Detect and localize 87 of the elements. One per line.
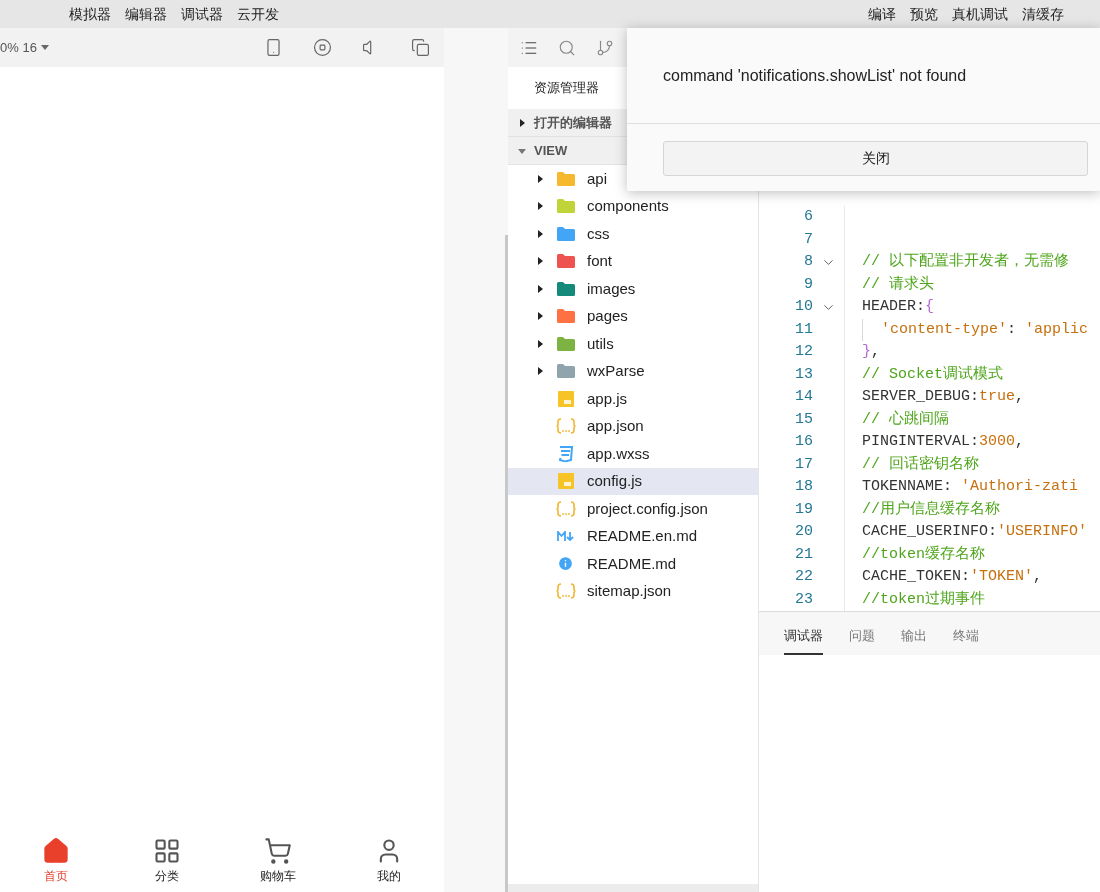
tree-item[interactable]: app.wxss: [508, 440, 758, 468]
grid-icon: [152, 837, 181, 865]
braces-icon: [555, 500, 576, 517]
line-number: 8: [803, 252, 813, 272]
tree-item[interactable]: font: [508, 247, 758, 275]
markdown-icon: [556, 531, 575, 542]
tree-item[interactable]: README.en.md: [508, 522, 758, 550]
branch-icon[interactable]: [596, 38, 614, 57]
code-line: // Socket调试模式: [862, 364, 1003, 385]
line-number: 21: [794, 544, 813, 565]
tree-item[interactable]: app.json: [508, 412, 758, 440]
css-file-icon: [557, 445, 574, 462]
panel-tab[interactable]: 终端: [953, 625, 979, 655]
panel-title: 资源管理器: [534, 79, 599, 98]
line-number: 6: [803, 207, 813, 227]
braces-icon: [555, 583, 576, 600]
line-number: 14: [794, 387, 813, 407]
code-line: HEADER:{: [862, 297, 935, 317]
tree-item[interactable]: images: [508, 275, 758, 303]
panel-tab[interactable]: 问题: [849, 625, 875, 655]
scrollbar[interactable]: [505, 235, 508, 892]
caret-icon: [40, 44, 49, 51]
menu-item[interactable]: 云开发: [237, 3, 279, 25]
tree-item[interactable]: README.md: [508, 550, 758, 578]
braces-icon: [555, 418, 576, 435]
line-number: 13: [794, 364, 813, 385]
tree-item[interactable]: config.js: [508, 467, 758, 495]
line-number: 10: [794, 297, 813, 317]
code-line: SERVER_DEBUG:true,: [862, 387, 1025, 407]
line-number: 19: [794, 499, 813, 520]
info-icon: [557, 555, 574, 573]
tab-bar-item[interactable]: 我的: [333, 837, 444, 885]
tree-item[interactable]: utils: [508, 330, 758, 358]
cart-icon: [263, 837, 292, 865]
line-number: 22: [794, 567, 813, 587]
line-number: 18: [794, 477, 813, 497]
line-number: 12: [794, 342, 813, 362]
line-number: 9: [803, 274, 813, 295]
code-line: // 心跳间隔: [862, 409, 949, 430]
code-line: //用户信息缓存名称: [862, 499, 1000, 520]
code-line: // 以下配置非开发者，无需修: [862, 251, 1069, 272]
code-line: CACHE_TOKEN:'TOKEN',: [862, 567, 1043, 587]
phone-icon[interactable]: [264, 38, 283, 57]
tree-item[interactable]: app.js: [508, 385, 758, 413]
scrollbar[interactable]: [508, 884, 758, 892]
tree-item[interactable]: wxParse: [508, 357, 758, 385]
search-icon[interactable]: [558, 38, 576, 57]
code-line: 'content-type': 'applic: [881, 319, 1089, 340]
line-number: 20: [794, 522, 813, 542]
menu-item[interactable]: 模拟器: [69, 3, 111, 25]
close-button[interactable]: 关闭: [663, 141, 1088, 176]
line-number: 7: [803, 229, 813, 250]
line-number: 11: [794, 319, 813, 340]
js-file-icon: [557, 473, 574, 490]
code-line: CACHE_USERINFO:'USERINFO': [862, 522, 1088, 542]
code-line: },: [862, 342, 881, 362]
dialog-message: command 'notifications.showList' not found: [663, 65, 967, 86]
code-line: PINGINTERVAL:3000,: [862, 432, 1025, 452]
menu-item[interactable]: 预览: [910, 3, 938, 25]
line-number: 17: [794, 454, 813, 475]
windows-icon[interactable]: [411, 38, 430, 57]
tab-bar-item[interactable]: 首页: [0, 837, 111, 885]
line-number: 15: [794, 409, 813, 430]
code-line: //token缓存名称: [862, 544, 985, 565]
tree-item[interactable]: css: [508, 220, 758, 248]
line-number: 16: [794, 432, 813, 452]
tree-item[interactable]: sitemap.json: [508, 577, 758, 605]
stop-icon[interactable]: [313, 38, 332, 57]
js-file-icon: [557, 390, 574, 407]
tab-bar-item[interactable]: 分类: [111, 837, 222, 885]
code-line: // 回话密钥名称: [862, 454, 979, 475]
menu-item[interactable]: 编辑器: [125, 3, 167, 25]
menu-item[interactable]: 编译: [868, 3, 896, 25]
code-line: // 请求头: [862, 274, 934, 295]
menu-item[interactable]: 清缓存: [1022, 3, 1064, 25]
home-icon: [41, 837, 70, 865]
code-line: TOKENNAME: 'Authori-zati: [862, 477, 1079, 497]
tree-item[interactable]: components: [508, 192, 758, 220]
line-number: 23: [794, 589, 813, 610]
code-line: //token过期事件: [862, 589, 985, 610]
menu-item[interactable]: 调试器: [181, 3, 223, 25]
menu-item[interactable]: 真机调试: [952, 3, 1008, 25]
panel-tab[interactable]: 输出: [901, 625, 927, 655]
zoom-dropdown[interactable]: 0% 16: [0, 37, 49, 58]
tree-item[interactable]: project.config.json: [508, 495, 758, 523]
tree-item[interactable]: pages: [508, 302, 758, 330]
tab-bar-item[interactable]: 购物车: [222, 837, 333, 885]
